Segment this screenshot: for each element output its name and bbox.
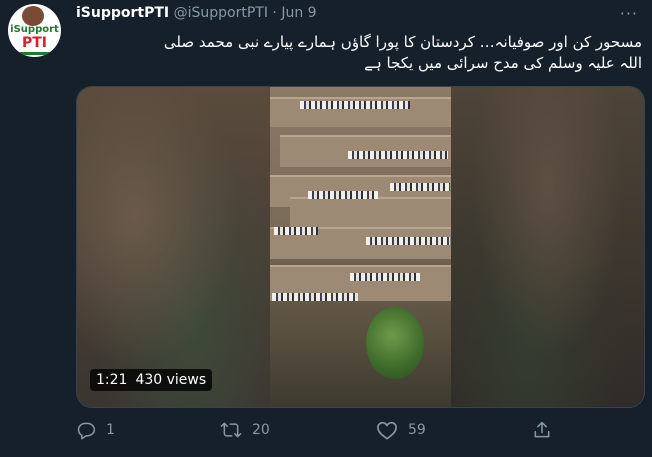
crowd-row — [300, 101, 410, 109]
reply-count: 1 — [106, 422, 115, 438]
retweet-icon — [220, 422, 242, 438]
tweet-text-line: اللہ علیہ وسلم کی مدح سرائی میں یکجا ہے — [364, 54, 642, 72]
retweet-count: 20 — [252, 422, 270, 438]
video-views: 430 views — [135, 372, 207, 388]
reply-button[interactable]: 1 — [76, 420, 115, 440]
tree — [366, 307, 424, 379]
share-button[interactable] — [532, 420, 552, 440]
tweet-text-line: مسحور کن اور صوفیانہ… کردستان کا پورا گا… — [163, 33, 642, 51]
tweet-text: مسحور کن اور صوفیانہ… کردستان کا پورا گا… — [76, 32, 642, 74]
user-handle[interactable]: @iSupportPTI — [174, 5, 268, 21]
crowd-row — [366, 237, 450, 245]
video-player[interactable]: 1:21 430 views — [76, 86, 645, 408]
crowd-row — [308, 191, 378, 199]
avatar-portrait — [22, 6, 44, 26]
village-tier — [290, 197, 451, 227]
crowd-row — [274, 227, 318, 235]
video-info-badge: 1:21 430 views — [90, 369, 213, 391]
tweet-date[interactable]: Jun 9 — [281, 5, 316, 21]
reply-icon — [77, 422, 96, 440]
tweet-header: iSupportPTI @iSupportPTI · Jun 9 — [76, 5, 317, 21]
crowd-row — [350, 273, 420, 281]
avatar-stripe — [16, 52, 53, 55]
share-icon — [534, 421, 550, 438]
crowd-row — [272, 293, 358, 301]
tweet-actions: 1 20 59 — [76, 420, 566, 444]
avatar-brand-text-pti: PTI — [21, 35, 48, 51]
retweet-button[interactable]: 20 — [220, 420, 270, 440]
avatar-brand-text: iSupport — [10, 24, 59, 35]
separator-dot: · — [272, 5, 277, 21]
crowd-row — [390, 183, 450, 191]
video-frame — [270, 87, 451, 407]
video-duration: 1:21 — [96, 372, 128, 388]
crowd-row — [348, 151, 448, 159]
display-name[interactable]: iSupportPTI — [76, 5, 169, 21]
video-blur-right — [451, 87, 644, 407]
video-blur-left — [77, 87, 270, 407]
like-count: 59 — [408, 422, 426, 438]
heart-icon — [377, 421, 397, 440]
like-button[interactable]: 59 — [376, 420, 426, 440]
avatar[interactable]: iSupport PTI — [8, 4, 61, 57]
more-options-icon[interactable]: ··· — [620, 4, 638, 23]
